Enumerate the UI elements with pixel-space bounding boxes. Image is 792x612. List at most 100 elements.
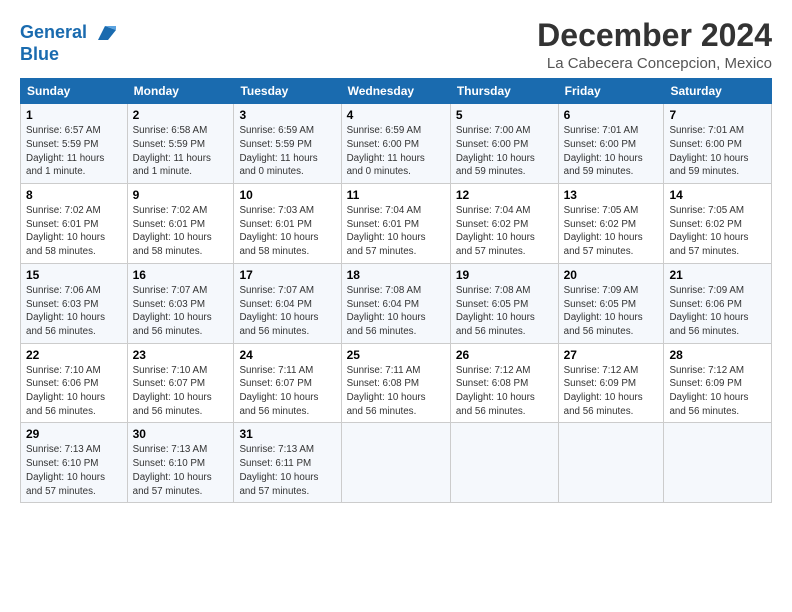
day-number: 27 xyxy=(564,348,659,362)
day-number: 29 xyxy=(26,427,122,441)
day-info: Sunrise: 6:59 AMSunset: 6:00 PMDaylight:… xyxy=(347,124,445,179)
day-info: Sunrise: 7:12 AMSunset: 6:09 PMDaylight:… xyxy=(564,364,659,419)
day-number: 14 xyxy=(669,188,766,202)
day-number: 8 xyxy=(26,188,122,202)
day-number: 18 xyxy=(347,268,445,282)
day-cell: 8 Sunrise: 7:02 AMSunset: 6:01 PMDaylight… xyxy=(21,184,128,264)
day-number: 19 xyxy=(456,268,553,282)
day-cell: 27 Sunrise: 7:12 AMSunset: 6:09 PMDayligh… xyxy=(558,343,664,423)
day-cell: 22 Sunrise: 7:10 AMSunset: 6:06 PMDayligh… xyxy=(21,343,128,423)
day-number: 20 xyxy=(564,268,659,282)
logo: General Blue xyxy=(20,22,116,65)
day-cell: 21 Sunrise: 7:09 AMSunset: 6:06 PMDayligh… xyxy=(664,263,772,343)
day-info: Sunrise: 7:10 AMSunset: 6:06 PMDaylight:… xyxy=(26,364,122,419)
day-cell: 26Sunrise: 7:12 AMSunset: 6:08 PMDayligh… xyxy=(450,343,558,423)
day-cell: 24Sunrise: 7:11 AMSunset: 6:07 PMDayligh… xyxy=(234,343,341,423)
day-cell: 6 Sunrise: 7:01 AMSunset: 6:00 PMDaylight… xyxy=(558,104,664,184)
day-info: Sunrise: 7:04 AMSunset: 6:02 PMDaylight:… xyxy=(456,204,553,259)
day-info: Sunrise: 6:58 AMSunset: 5:59 PMDaylight:… xyxy=(133,124,229,179)
day-number: 31 xyxy=(239,427,335,441)
day-number: 23 xyxy=(133,348,229,362)
day-number: 21 xyxy=(669,268,766,282)
day-cell: 13Sunrise: 7:05 AMSunset: 6:02 PMDayligh… xyxy=(558,184,664,264)
col-header-thursday: Thursday xyxy=(450,79,558,104)
day-cell: 18 Sunrise: 7:08 AMSunset: 6:04 PMDayligh… xyxy=(341,263,450,343)
day-info: Sunrise: 6:57 AMSunset: 5:59 PMDaylight:… xyxy=(26,124,122,179)
day-info: Sunrise: 7:13 AMSunset: 6:10 PMDaylight:… xyxy=(26,443,122,498)
calendar-body: 1 Sunrise: 6:57 AMSunset: 5:59 PMDaylight… xyxy=(21,104,772,503)
week-row-3: 15Sunrise: 7:06 AMSunset: 6:03 PMDayligh… xyxy=(21,263,772,343)
day-cell: 5 Sunrise: 7:00 AMSunset: 6:00 PMDaylight… xyxy=(450,104,558,184)
day-info: Sunrise: 7:13 AMSunset: 6:10 PMDaylight:… xyxy=(133,443,229,498)
day-cell: 31 Sunrise: 7:13 AMSunset: 6:11 PMDayligh… xyxy=(234,423,341,503)
day-number: 7 xyxy=(669,108,766,122)
day-cell: 25 Sunrise: 7:11 AMSunset: 6:08 PMDayligh… xyxy=(341,343,450,423)
day-number: 13 xyxy=(564,188,659,202)
header: General Blue December 2024 La Cabecera C… xyxy=(20,18,772,72)
day-cell: 10 Sunrise: 7:03 AMSunset: 6:01 PMDayligh… xyxy=(234,184,341,264)
day-info: Sunrise: 7:09 AMSunset: 6:06 PMDaylight:… xyxy=(669,284,766,339)
day-number: 24 xyxy=(239,348,335,362)
day-number: 25 xyxy=(347,348,445,362)
day-cell: 17 Sunrise: 7:07 AMSunset: 6:04 PMDayligh… xyxy=(234,263,341,343)
logo-icon xyxy=(94,22,116,44)
day-cell: 20 Sunrise: 7:09 AMSunset: 6:05 PMDayligh… xyxy=(558,263,664,343)
col-header-tuesday: Tuesday xyxy=(234,79,341,104)
day-cell: 19 Sunrise: 7:08 AMSunset: 6:05 PMDayligh… xyxy=(450,263,558,343)
day-number: 26 xyxy=(456,348,553,362)
day-info: Sunrise: 7:03 AMSunset: 6:01 PMDaylight:… xyxy=(239,204,335,259)
day-number: 15 xyxy=(26,268,122,282)
day-cell: 28Sunrise: 7:12 AMSunset: 6:09 PMDayligh… xyxy=(664,343,772,423)
col-header-wednesday: Wednesday xyxy=(341,79,450,104)
day-number: 12 xyxy=(456,188,553,202)
day-info: Sunrise: 7:08 AMSunset: 6:05 PMDaylight:… xyxy=(456,284,553,339)
day-number: 11 xyxy=(347,188,445,202)
day-info: Sunrise: 7:11 AMSunset: 6:08 PMDaylight:… xyxy=(347,364,445,419)
day-info: Sunrise: 6:59 AMSunset: 5:59 PMDaylight:… xyxy=(239,124,335,179)
day-cell: 23 Sunrise: 7:10 AMSunset: 6:07 PMDayligh… xyxy=(127,343,234,423)
day-cell: 11Sunrise: 7:04 AMSunset: 6:01 PMDayligh… xyxy=(341,184,450,264)
calendar-table: SundayMondayTuesdayWednesdayThursdayFrid… xyxy=(20,78,772,503)
day-number: 10 xyxy=(239,188,335,202)
day-number: 9 xyxy=(133,188,229,202)
day-cell: 7Sunrise: 7:01 AMSunset: 6:00 PMDaylight… xyxy=(664,104,772,184)
day-number: 3 xyxy=(239,108,335,122)
day-cell xyxy=(450,423,558,503)
day-number: 17 xyxy=(239,268,335,282)
day-info: Sunrise: 7:08 AMSunset: 6:04 PMDaylight:… xyxy=(347,284,445,339)
day-number: 4 xyxy=(347,108,445,122)
day-number: 5 xyxy=(456,108,553,122)
day-cell: 29 Sunrise: 7:13 AMSunset: 6:10 PMDayligh… xyxy=(21,423,128,503)
day-info: Sunrise: 7:05 AMSunset: 6:02 PMDaylight:… xyxy=(669,204,766,259)
day-cell: 15Sunrise: 7:06 AMSunset: 6:03 PMDayligh… xyxy=(21,263,128,343)
day-info: Sunrise: 7:07 AMSunset: 6:04 PMDaylight:… xyxy=(239,284,335,339)
day-number: 22 xyxy=(26,348,122,362)
week-row-2: 8 Sunrise: 7:02 AMSunset: 6:01 PMDaylight… xyxy=(21,184,772,264)
day-cell: 12 Sunrise: 7:04 AMSunset: 6:02 PMDayligh… xyxy=(450,184,558,264)
day-number: 1 xyxy=(26,108,122,122)
day-info: Sunrise: 7:01 AMSunset: 6:00 PMDaylight:… xyxy=(564,124,659,179)
col-header-monday: Monday xyxy=(127,79,234,104)
day-info: Sunrise: 7:02 AMSunset: 6:01 PMDaylight:… xyxy=(26,204,122,259)
day-info: Sunrise: 7:10 AMSunset: 6:07 PMDaylight:… xyxy=(133,364,229,419)
day-number: 28 xyxy=(669,348,766,362)
subtitle: La Cabecera Concepcion, Mexico xyxy=(537,55,772,72)
page: General Blue December 2024 La Cabecera C… xyxy=(0,0,792,513)
day-cell: 16Sunrise: 7:07 AMSunset: 6:03 PMDayligh… xyxy=(127,263,234,343)
col-header-saturday: Saturday xyxy=(664,79,772,104)
day-info: Sunrise: 7:02 AMSunset: 6:01 PMDaylight:… xyxy=(133,204,229,259)
day-info: Sunrise: 7:00 AMSunset: 6:00 PMDaylight:… xyxy=(456,124,553,179)
day-info: Sunrise: 7:13 AMSunset: 6:11 PMDaylight:… xyxy=(239,443,335,498)
day-info: Sunrise: 7:09 AMSunset: 6:05 PMDaylight:… xyxy=(564,284,659,339)
day-info: Sunrise: 7:07 AMSunset: 6:03 PMDaylight:… xyxy=(133,284,229,339)
col-header-friday: Friday xyxy=(558,79,664,104)
day-cell xyxy=(558,423,664,503)
day-cell: 3 Sunrise: 6:59 AMSunset: 5:59 PMDaylight… xyxy=(234,104,341,184)
day-cell: 2 Sunrise: 6:58 AMSunset: 5:59 PMDaylight… xyxy=(127,104,234,184)
day-number: 6 xyxy=(564,108,659,122)
day-number: 2 xyxy=(133,108,229,122)
day-cell xyxy=(341,423,450,503)
day-cell: 4 Sunrise: 6:59 AMSunset: 6:00 PMDaylight… xyxy=(341,104,450,184)
day-number: 30 xyxy=(133,427,229,441)
header-row: SundayMondayTuesdayWednesdayThursdayFrid… xyxy=(21,79,772,104)
